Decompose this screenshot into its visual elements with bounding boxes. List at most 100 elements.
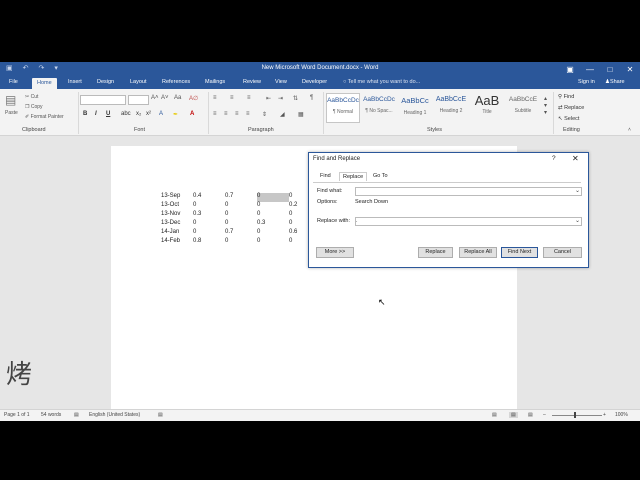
tab-review[interactable]: Review	[243, 79, 261, 85]
align-right-icon[interactable]: ≡	[235, 111, 239, 117]
zoom-slider[interactable]	[552, 415, 602, 416]
zoom-out-icon[interactable]: –	[543, 412, 546, 418]
paste-icon[interactable]: ▤	[5, 93, 16, 107]
align-left-icon[interactable]: ≡	[213, 111, 217, 117]
italic-button[interactable]: I	[95, 111, 97, 117]
table-cell[interactable]: 0	[257, 193, 289, 202]
minimize-icon[interactable]: —	[580, 62, 600, 77]
table-cell[interactable]: 0	[193, 220, 225, 229]
multilevel-list-icon[interactable]: ≡	[247, 95, 251, 101]
table-cell[interactable]: 0.8	[193, 238, 225, 247]
replace-button[interactable]: Replace	[418, 247, 453, 258]
shading-icon[interactable]: ◢	[280, 111, 285, 118]
web-layout-icon[interactable]: ▤	[528, 412, 533, 418]
table-cell[interactable]: 0	[193, 229, 225, 238]
replace-button[interactable]: ⇄ Replace	[558, 105, 584, 111]
zoom-level[interactable]: 100%	[615, 412, 628, 418]
collapse-ribbon-icon[interactable]: ˄	[628, 127, 631, 133]
table-cell[interactable]: 0	[225, 202, 257, 211]
borders-icon[interactable]: ▦	[298, 111, 304, 118]
close-icon[interactable]: ✕	[620, 62, 640, 77]
more-button[interactable]: More >>	[316, 247, 354, 258]
tab-goto[interactable]: Go To	[373, 173, 388, 179]
ribbon-display-icon[interactable]: ▣	[560, 62, 580, 77]
language[interactable]: English (United States)	[89, 412, 140, 418]
table-cell[interactable]: 0.3	[257, 220, 289, 229]
style-heading-1[interactable]: AaBbCc Heading 1	[398, 93, 432, 123]
tab-view[interactable]: View	[275, 79, 287, 85]
table-cell[interactable]: 0	[257, 229, 289, 238]
underline-button[interactable]: U	[106, 111, 110, 117]
table-cell[interactable]: 14-Jan	[161, 229, 193, 238]
highlight-icon[interactable]: ✒	[173, 111, 178, 118]
change-case-icon[interactable]: Aa	[174, 95, 181, 101]
tab-mailings[interactable]: Mailings	[205, 79, 225, 85]
select-button[interactable]: ↖ Select	[558, 116, 579, 122]
table-cell[interactable]: 0	[193, 202, 225, 211]
table-cell[interactable]: 0.3	[193, 211, 225, 220]
read-mode-icon[interactable]: ▤	[492, 412, 497, 418]
find-next-button[interactable]: Find Next	[501, 247, 538, 258]
print-layout-icon[interactable]: ▤	[509, 412, 518, 418]
justify-icon[interactable]: ≡	[246, 111, 250, 117]
maximize-icon[interactable]: □	[600, 62, 620, 77]
bold-button[interactable]: B	[83, 111, 87, 117]
tab-references[interactable]: References	[162, 79, 190, 85]
tab-layout[interactable]: Layout	[130, 79, 147, 85]
zoom-slider-thumb[interactable]	[574, 412, 576, 418]
table-cell[interactable]: 0	[225, 238, 257, 247]
bullets-icon[interactable]: ≡	[213, 95, 217, 101]
chevron-down-icon[interactable]: ⌄	[575, 187, 580, 194]
page-count[interactable]: Page 1 of 1	[4, 412, 30, 418]
strikethrough-icon[interactable]: abc	[121, 111, 131, 117]
decrease-indent-icon[interactable]: ⇤	[266, 95, 271, 102]
help-icon[interactable]: ?	[552, 155, 556, 162]
font-name-box[interactable]	[80, 95, 126, 105]
replace-all-button[interactable]: Replace All	[459, 247, 497, 258]
superscript-icon[interactable]: x²	[146, 111, 151, 117]
find-what-input[interactable]: ⌄	[355, 187, 582, 196]
clear-format-icon[interactable]: A∅	[189, 95, 198, 102]
numbering-icon[interactable]: ≡	[230, 95, 234, 101]
increase-indent-icon[interactable]: ⇥	[278, 95, 283, 102]
align-center-icon[interactable]: ≡	[224, 111, 228, 117]
chevron-down-icon[interactable]: ⌄	[575, 217, 580, 224]
proofing-icon[interactable]: ▤	[74, 412, 79, 418]
shrink-font-icon[interactable]: A˅	[161, 95, 169, 101]
subscript-icon[interactable]: x₂	[136, 111, 141, 117]
tab-replace[interactable]: Replace	[339, 172, 368, 181]
find-button[interactable]: ⚲ Find	[558, 94, 574, 100]
tab-insert[interactable]: Insert	[68, 79, 82, 85]
table-cell[interactable]: 13-Sep	[161, 193, 193, 202]
cut-button[interactable]: ✂ Cut	[25, 94, 38, 100]
dialog-close-icon[interactable]: ✕	[572, 154, 579, 163]
line-spacing-icon[interactable]: ⇕	[262, 111, 267, 118]
table-cell[interactable]: 13-Nov	[161, 211, 193, 220]
table-cell[interactable]: 0	[257, 238, 289, 247]
style-normal[interactable]: AaBbCcDc ¶ Normal	[326, 93, 360, 123]
word-count[interactable]: 54 words	[41, 412, 61, 418]
format-painter-button[interactable]: ✐ Format Painter	[25, 114, 64, 120]
table-cell[interactable]: 13-Oct	[161, 202, 193, 211]
sort-icon[interactable]: ⇅	[293, 95, 298, 102]
tell-me-box[interactable]: ○ Tell me what you want to do...	[343, 79, 420, 85]
zoom-in-icon[interactable]: +	[603, 412, 606, 418]
style-subtitle[interactable]: AaBbCcE Subtitle	[506, 93, 540, 123]
replace-with-input[interactable]: . ⌄	[355, 217, 582, 226]
cancel-button[interactable]: Cancel	[543, 247, 582, 258]
share-button[interactable]: ♟Share	[605, 79, 625, 85]
macro-icon[interactable]: ▤	[158, 412, 163, 418]
font-size-box[interactable]	[128, 95, 149, 105]
table-cell[interactable]: 0	[225, 211, 257, 220]
table-cell[interactable]: 0.7	[225, 229, 257, 238]
style-no-spacing[interactable]: AaBbCcDc ¶ No Spac...	[362, 93, 396, 123]
style-heading-2[interactable]: AaBbCcE Heading 2	[434, 93, 468, 123]
tab-design[interactable]: Design	[97, 79, 114, 85]
table-cell[interactable]: 0.4	[193, 193, 225, 202]
table-cell[interactable]: 13-Dec	[161, 220, 193, 229]
text-effects-icon[interactable]: A	[159, 111, 163, 117]
table-cell[interactable]: 0	[225, 220, 257, 229]
table-cell[interactable]: 14-Feb	[161, 238, 193, 247]
table-cell[interactable]: 0	[257, 211, 289, 220]
paste-button[interactable]: Paste	[5, 110, 18, 116]
